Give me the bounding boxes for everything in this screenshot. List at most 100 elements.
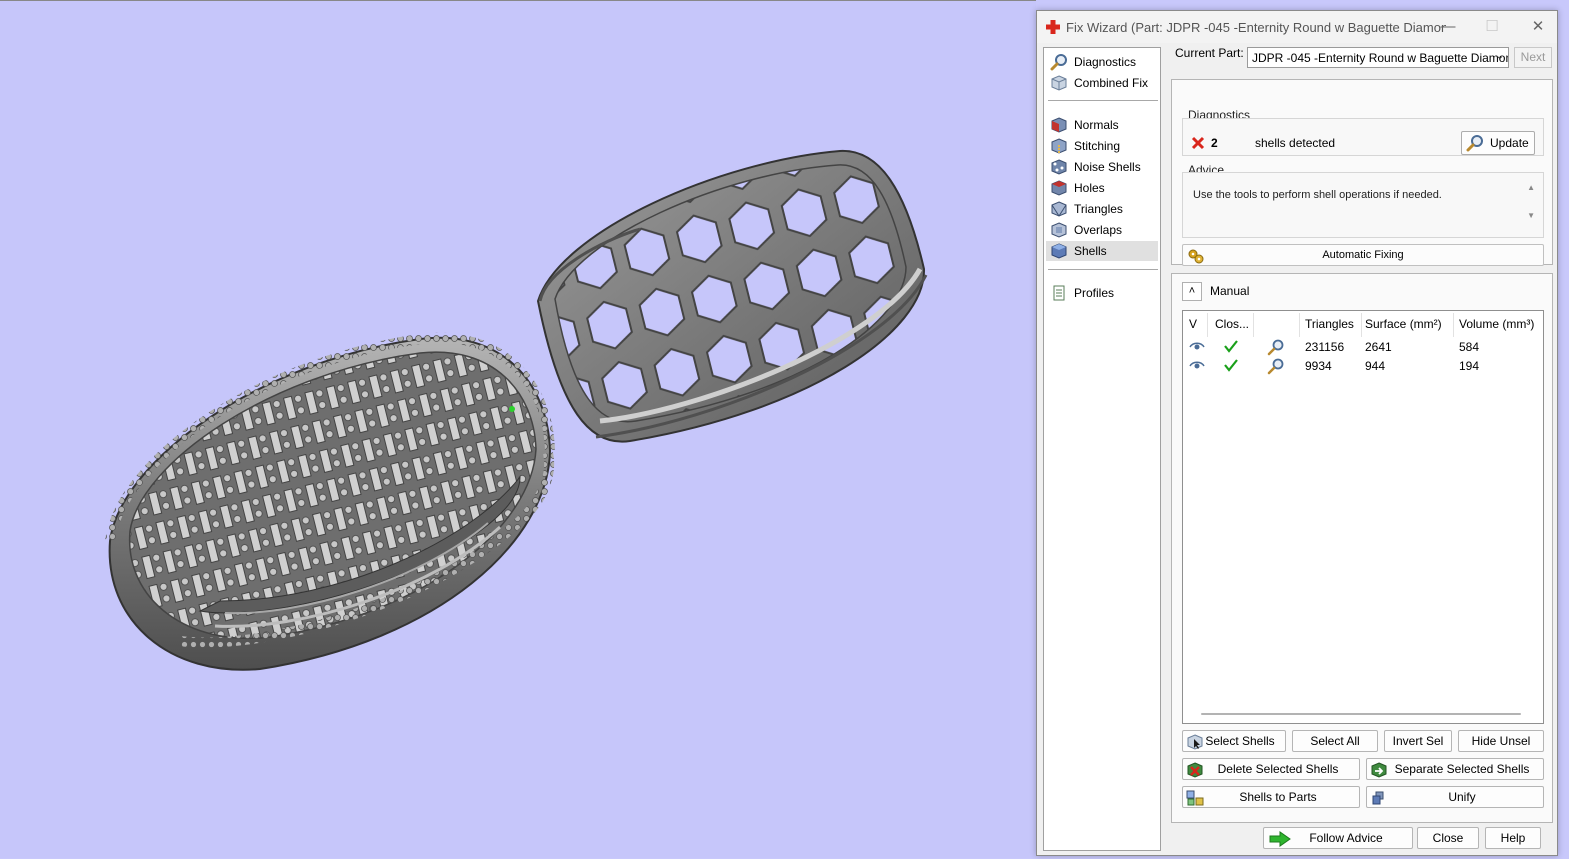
nav-separator [1048,100,1158,101]
unify-label: Unify [1448,790,1476,804]
nav-label: Triangles [1074,202,1123,216]
nav-item-profiles[interactable]: Profiles [1046,283,1158,303]
nav-item-stitching[interactable]: Stitching [1046,136,1158,156]
select-shells-icon [1187,734,1203,750]
nav-item-holes[interactable]: Holes [1046,178,1158,198]
eye-icon[interactable] [1189,358,1205,372]
delete-shell-icon [1187,762,1203,778]
minimize-button[interactable]: — [1433,17,1463,37]
nav-item-noise-shells[interactable]: Noise Shells [1046,157,1158,177]
manual-panel: ˄ Manual V Clos... Triangles Surface (mm… [1171,273,1553,823]
nav-item-normals[interactable]: Normals [1046,115,1158,135]
error-x-icon [1191,136,1205,150]
nav-label: Overlaps [1074,223,1123,237]
automatic-fixing-button[interactable]: Automatic Fixing [1182,244,1544,266]
close-button[interactable]: Close [1417,827,1479,849]
document-icon [1053,285,1065,301]
table-row[interactable]: 9934 944 194 [1183,356,1543,375]
select-shells-button[interactable]: Select Shells [1182,730,1286,752]
overlaps-cube-icon [1051,222,1067,238]
nav-label: Noise Shells [1074,160,1141,174]
next-button[interactable]: Next [1514,47,1552,68]
unify-button[interactable]: Unify [1366,786,1544,808]
col-header-visible[interactable]: V [1189,317,1197,331]
follow-advice-label: Follow Advice [1309,831,1383,845]
current-part-select[interactable]: JDPR -045 -Enternity Round w Baguette Di… [1247,47,1509,68]
update-button[interactable]: Update [1461,131,1535,155]
shells-to-parts-icon [1186,790,1204,806]
nav-item-combined-fix[interactable]: Combined Fix [1046,73,1158,93]
close-label: Close [1432,831,1464,845]
eye-icon[interactable] [1189,339,1205,353]
nav-item-triangles[interactable]: Triangles [1046,199,1158,219]
column-separator [1361,313,1362,337]
arrow-right-icon [1269,831,1291,847]
select-shells-label: Select Shells [1205,734,1275,748]
col-header-surface[interactable]: Surface (mm²) [1365,317,1442,331]
advice-text: Use the tools to perform shell operation… [1193,189,1442,201]
3d-viewport[interactable] [0,0,1036,858]
window-title: Fix Wizard (Part: JDPR -045 -Enternity R… [1066,19,1446,35]
col-header-closed[interactable]: Clos... [1215,317,1249,331]
separate-selected-shells-button[interactable]: Separate Selected Shells [1366,758,1544,780]
separate-shell-icon [1371,762,1387,778]
nav-item-shells[interactable]: Shells [1046,241,1158,261]
maximize-button[interactable]: ☐ [1477,17,1507,37]
check-icon [1224,340,1238,353]
shells-table: V Clos... Triangles Surface (mm²) Volume… [1182,310,1544,724]
advice-group: Use the tools to perform shell operation… [1182,172,1544,238]
help-button[interactable]: Help [1485,827,1541,849]
gears-icon [1188,249,1204,264]
holes-cube-icon [1051,180,1067,196]
select-all-button[interactable]: Select All [1292,730,1378,752]
stitching-cube-icon [1051,138,1067,154]
eternity-ring-model [105,332,555,671]
normals-cube-icon [1051,117,1067,133]
magnifier-icon[interactable] [1267,357,1285,375]
nav-item-diagnostics[interactable]: Diagnostics [1046,52,1158,72]
invert-sel-button[interactable]: Invert Sel [1384,730,1452,752]
horizontal-scrollbar[interactable] [1201,713,1521,715]
fix-wizard-window: Fix Wizard (Part: JDPR -045 -Enternity R… [1036,10,1558,856]
table-row[interactable]: 231156 2641 584 [1183,337,1543,356]
title-bar[interactable]: Fix Wizard (Part: JDPR -045 -Enternity R… [1037,11,1557,43]
cube-icon [1051,75,1067,91]
cell-volume: 194 [1459,359,1480,373]
diagnostics-text: shells detected [1255,136,1336,150]
diagnostics-panel: Diagnostics 2 shells detected Update Adv… [1171,79,1553,266]
help-label: Help [1500,831,1526,845]
nav-label: Profiles [1074,286,1115,300]
col-header-triangles[interactable]: Triangles [1305,317,1354,331]
nav-item-overlaps[interactable]: Overlaps [1046,220,1158,240]
cell-surface: 2641 [1365,340,1392,354]
nav-separator [1048,269,1158,270]
scroll-down-icon[interactable]: ▼ [1527,211,1535,220]
column-separator [1453,313,1454,337]
scroll-up-icon[interactable]: ▲ [1527,183,1535,192]
close-window-button[interactable]: ✕ [1523,17,1553,37]
manual-label: Manual [1210,284,1250,298]
column-separator [1253,313,1254,337]
shells-to-parts-button[interactable]: Shells to Parts [1182,786,1360,808]
follow-advice-button[interactable]: Follow Advice [1263,827,1413,849]
nav-label: Holes [1074,181,1105,195]
collapse-manual-button[interactable]: ˄ [1182,282,1202,301]
red-cross-icon [1046,20,1060,34]
magnifier-icon [1050,54,1067,71]
separate-selected-label: Separate Selected Shells [1394,762,1530,776]
column-separator [1299,313,1300,337]
nav-label: Normals [1074,118,1119,132]
automatic-fixing-label: Automatic Fixing [1322,249,1404,261]
delete-selected-shells-button[interactable]: Delete Selected Shells [1182,758,1360,780]
honeycomb-ring-model [536,149,928,443]
noise-shells-icon [1051,159,1067,175]
triangles-cube-icon [1051,201,1067,217]
shell-count: 2 [1211,136,1218,150]
diagnostics-group: 2 shells detected Update [1182,118,1544,156]
cell-surface: 944 [1365,359,1386,373]
magnifier-icon[interactable] [1267,338,1285,356]
cell-triangles: 231156 [1305,340,1345,354]
col-header-volume[interactable]: Volume (mm³) [1459,317,1534,331]
hide-unsel-button[interactable]: Hide Unsel [1458,730,1544,752]
check-icon [1224,359,1238,372]
